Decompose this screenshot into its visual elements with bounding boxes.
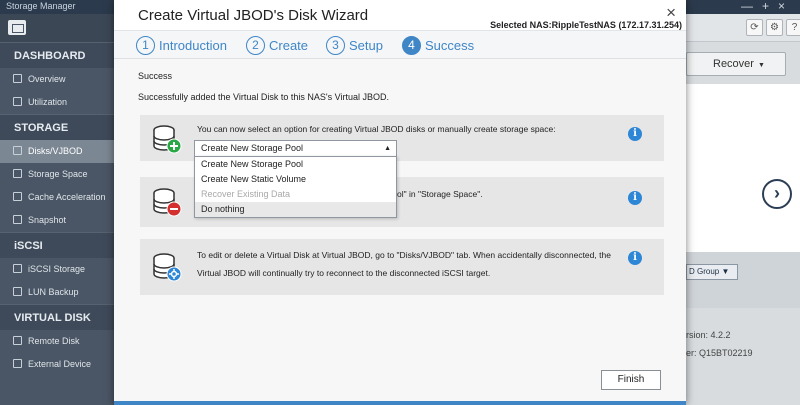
sidebar-item-label: Disks/VJBOD (28, 146, 83, 156)
storage-space-icon (13, 169, 22, 178)
sidebar-item-storage-space[interactable]: Storage Space (0, 163, 114, 186)
minimize-button[interactable]: — (741, 0, 762, 13)
sidebar-item-cache-acceleration[interactable]: Cache Acceleration (0, 186, 114, 209)
cache-icon (13, 192, 22, 201)
wizard-stepbar: 1 Introduction 2 Create 3 Setup 4 Success (114, 30, 686, 59)
chevron-right-icon[interactable]: › (762, 179, 792, 209)
sidebar-item-label: iSCSI Storage (28, 264, 86, 274)
jbod-group-button[interactable]: D Group ▼ (686, 264, 738, 280)
background-panel (686, 84, 800, 264)
sidebar-item-label: External Device (28, 359, 92, 369)
step-number: 4 (402, 36, 421, 55)
option-card-edit: To edit or delete a Virtual Disk at Virt… (140, 239, 664, 295)
gear-icon[interactable]: ⚙ (766, 19, 783, 36)
step-number: 3 (326, 36, 345, 55)
caret-down-icon: ▼ (757, 62, 765, 69)
sidebar-section-virtual-disk: VIRTUAL DISK (0, 304, 114, 330)
dialog-title: Create Virtual JBOD's Disk Wizard (138, 7, 369, 24)
sidebar-item-label: Utilization (28, 97, 68, 107)
background-content: ⟳ ⚙ ? Recover ▼ › D Group ▼ rsion: 4.2.2 … (686, 14, 800, 405)
disk-settings-icon (153, 253, 182, 282)
success-heading: Success (138, 71, 173, 81)
info-icon[interactable]: i (628, 127, 642, 141)
top-toolbar: ⟳ ⚙ ? (686, 14, 800, 42)
serial-text: er: Q15BT02219 (686, 348, 753, 358)
sidebar-item-label: Cache Acceleration (28, 192, 106, 202)
sidebar-item-label: Snapshot (28, 215, 67, 225)
sidebar-item-snapshot[interactable]: Snapshot (0, 209, 114, 232)
dialog-bottom-accent (114, 401, 686, 405)
jbod-group-label: D Group (689, 267, 720, 276)
utilization-icon (13, 97, 22, 106)
option-create-storage-pool[interactable]: Create New Storage Pool (195, 157, 396, 172)
step-setup: 3 Setup (326, 36, 383, 56)
sidebar-item-external-device[interactable]: External Device (0, 353, 114, 376)
step-label: Success (425, 38, 475, 53)
sidebar-item-iscsi-storage[interactable]: iSCSI Storage (0, 258, 114, 281)
sidebar-item-lun-backup[interactable]: LUN Backup (0, 281, 114, 304)
sidebar-item-label: Overview (28, 74, 66, 84)
sidebar-section-storage: STORAGE (0, 114, 114, 140)
sidebar-item-remote-disk[interactable]: Remote Disk (0, 330, 114, 353)
overview-icon (13, 74, 22, 83)
option-create-static-volume[interactable]: Create New Static Volume (195, 172, 396, 187)
edit-option-text-line1: To edit or delete a Virtual Disk at Virt… (197, 250, 611, 260)
sidebar-toggle-icon[interactable] (8, 20, 26, 35)
lun-backup-icon (13, 287, 22, 296)
step-label: Setup (349, 38, 383, 53)
snapshot-icon (13, 215, 22, 224)
disk-remove-icon (153, 188, 182, 217)
refresh-icon[interactable]: ⟳ (746, 19, 763, 36)
wizard-body: Success Successfully added the Virtual D… (114, 59, 686, 405)
window-controls[interactable]: —+× (741, 0, 794, 13)
background-band (686, 252, 800, 308)
success-message: Successfully added the Virtual Disk to t… (138, 92, 389, 102)
sidebar-item-overview[interactable]: Overview (0, 68, 114, 91)
remote-disk-icon (13, 336, 22, 345)
sidebar-section-dashboard: DASHBOARD (0, 42, 114, 68)
option-recover-existing-data: Recover Existing Data (201, 189, 291, 199)
iscsi-icon (13, 264, 22, 273)
sidebar-item-label: Remote Disk (28, 336, 80, 346)
help-icon[interactable]: ? (786, 19, 800, 36)
finish-button[interactable]: Finish (601, 370, 661, 390)
maximize-button[interactable]: + (762, 0, 778, 13)
edit-option-text-line2: Virtual JBOD will continually try to rec… (197, 268, 491, 278)
close-window-button[interactable]: × (778, 0, 794, 13)
sidebar-item-label: Storage Space (28, 169, 88, 179)
sidebar-item-disks-vjbod[interactable]: Disks/VJBOD (0, 140, 114, 163)
option-do-nothing[interactable]: Do nothing (195, 202, 396, 217)
recover-button[interactable]: Recover ▼ (686, 52, 786, 76)
caret-up-icon: ▲ (384, 145, 391, 152)
sidebar-section-iscsi: iSCSI (0, 232, 114, 258)
selected-nas-label: Selected NAS:RippleTestNAS (172.17.31.25… (490, 20, 682, 30)
create-option-text: You can now select an option for creatin… (197, 124, 556, 134)
step-introduction: 1 Introduction (136, 36, 227, 56)
info-icon[interactable]: i (628, 251, 642, 265)
remove-option-text: ol" in "Storage Space". (397, 189, 483, 199)
sidebar-item-label: LUN Backup (28, 287, 79, 297)
sidebar: DASHBOARD Overview Utilization STORAGE D… (0, 14, 114, 405)
step-number: 2 (246, 36, 265, 55)
version-text: rsion: 4.2.2 (686, 330, 731, 340)
external-device-icon (13, 359, 22, 368)
storage-option-select[interactable]: Create New Storage Pool ▲ (194, 140, 397, 157)
info-icon[interactable]: i (628, 191, 642, 205)
app-title: Storage Manager (6, 1, 76, 11)
disk-add-icon (153, 125, 182, 154)
step-create: 2 Create (246, 36, 308, 56)
step-label: Introduction (159, 38, 227, 53)
sidebar-toolbar (0, 14, 114, 42)
storage-option-dropdown: Create New Storage Pool Create New Stati… (194, 156, 397, 218)
select-value: Create New Storage Pool (201, 143, 304, 153)
sidebar-item-utilization[interactable]: Utilization (0, 91, 114, 114)
recover-label: Recover (713, 58, 754, 70)
step-label: Create (269, 38, 309, 53)
disk-icon (13, 146, 22, 155)
step-success: 4 Success (402, 36, 474, 56)
step-number: 1 (136, 36, 155, 55)
